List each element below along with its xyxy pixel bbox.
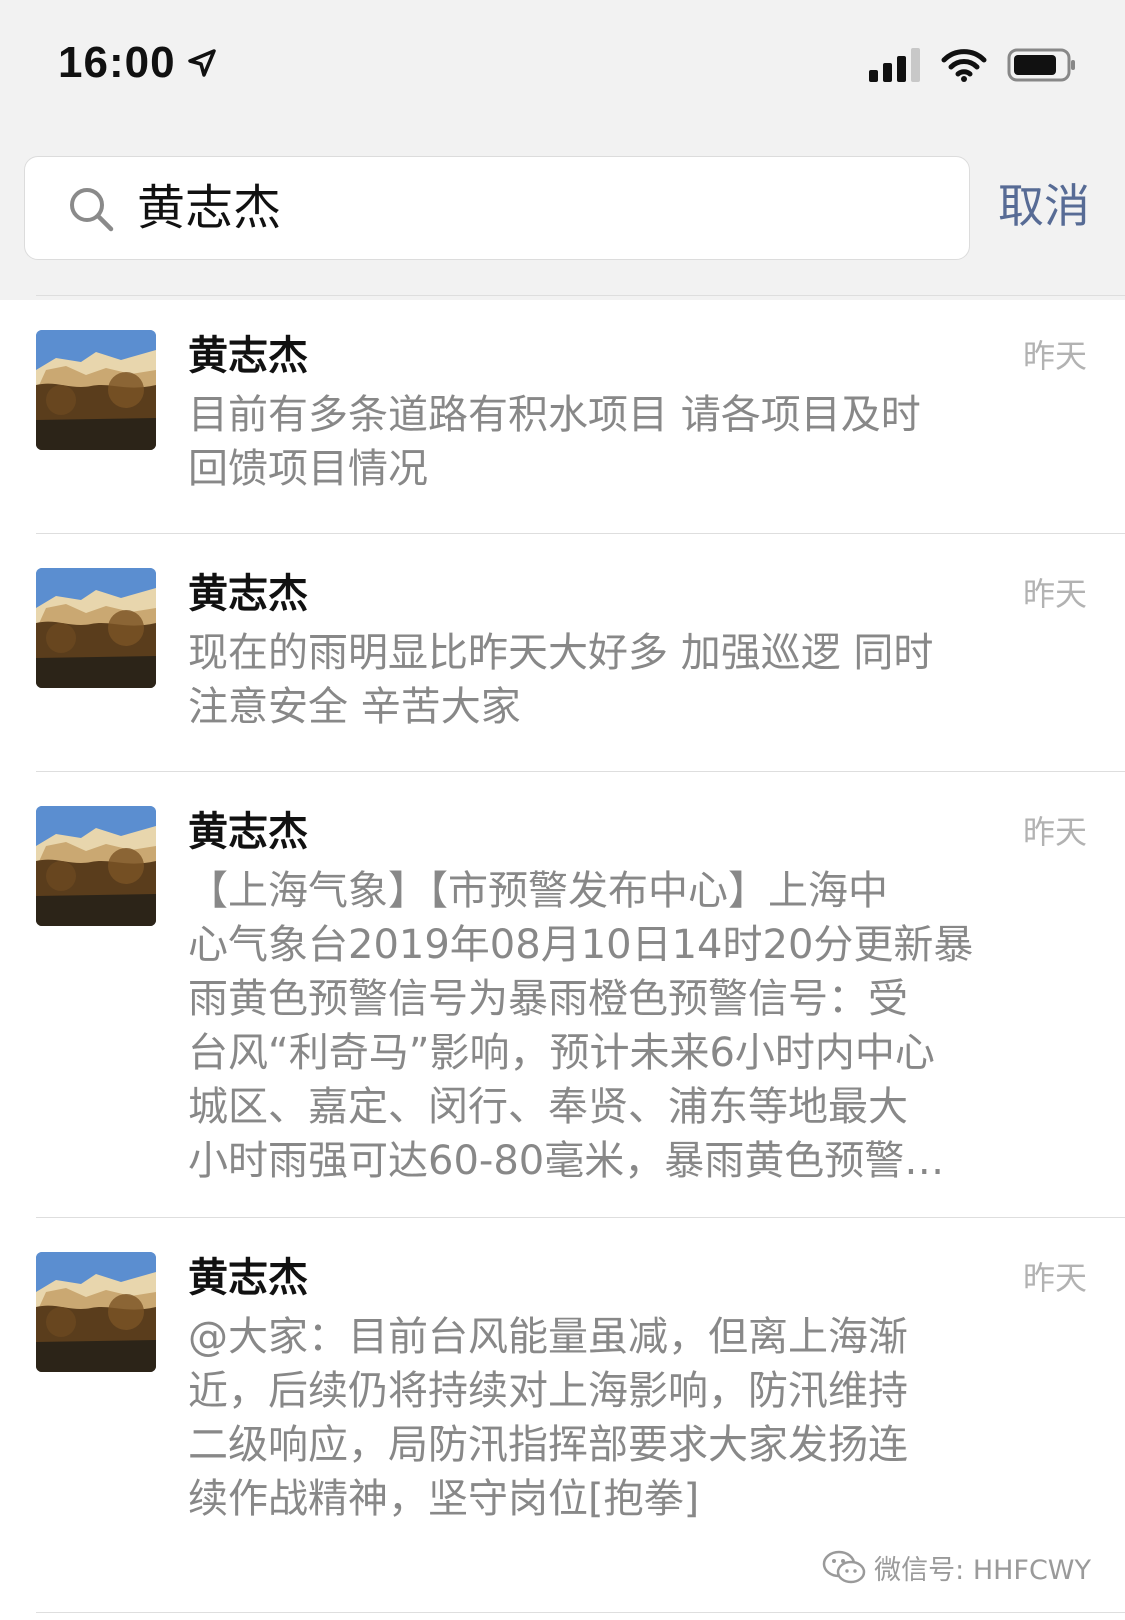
avatar (36, 568, 156, 688)
cancel-button[interactable]: 取消 (998, 178, 1090, 234)
avatar (36, 806, 156, 926)
message-time: 昨天 (1022, 1259, 1087, 1297)
location-arrow-icon (187, 49, 216, 77)
battery-icon (1007, 48, 1075, 82)
contact-name: 黄志杰 (188, 333, 308, 379)
search-result-item[interactable]: 黄志杰 昨天 @大家：目前台风能量虽减，但离上海渐 近，后续仍将持续对上海影响，… (0, 1218, 1125, 1558)
signal-icon (869, 48, 920, 82)
message-time: 昨天 (1022, 337, 1087, 375)
message-preview: 现在的雨明显比昨天大好多 加强巡逻 同时 注意安全 辛苦大家 (188, 630, 934, 730)
avatar (36, 330, 156, 450)
message-time: 昨天 (1022, 813, 1087, 851)
message-time: 昨天 (1022, 575, 1087, 613)
watermark-text: 微信号: HHFCWY (874, 1555, 1091, 1586)
contact-name: 黄志杰 (188, 1255, 308, 1301)
avatar (36, 1252, 156, 1372)
search-query-text: 黄志杰 (137, 180, 282, 236)
search-input[interactable]: 黄志杰 (24, 156, 970, 260)
status-icons (869, 48, 1077, 82)
search-icon (70, 188, 114, 232)
divider (36, 1612, 1125, 1613)
search-result-item[interactable]: 黄志杰 昨天 【上海气象】【市预警发布中心】上海中 心气象台2019年08月10… (0, 772, 1125, 1216)
search-result-item[interactable]: 黄志杰 昨天 目前有多条道路有积水项目 请各项目及时 回馈项目情况 (0, 296, 1125, 532)
contact-name: 黄志杰 (188, 809, 308, 855)
message-preview: @大家：目前台风能量虽减，但离上海渐 近，后续仍将持续对上海影响，防汛维持 二级… (188, 1314, 908, 1522)
status-time: 16:00 (58, 38, 218, 88)
status-time-text: 16:00 (58, 38, 176, 87)
search-result-item[interactable]: 黄志杰 昨天 现在的雨明显比昨天大好多 加强巡逻 同时 注意安全 辛苦大家 (0, 534, 1125, 770)
contact-name: 黄志杰 (188, 571, 308, 617)
wifi-icon (941, 49, 987, 82)
header-area: 16:00 黄志杰 取消 (0, 0, 1125, 300)
message-preview: 【上海气象】【市预警发布中心】上海中 心气象台2019年08月10日14时20分… (188, 868, 974, 1184)
wechat-logo-icon (822, 1550, 866, 1583)
watermark: 微信号: HHFCWY (822, 1548, 1091, 1587)
message-preview: 目前有多条道路有积水项目 请各项目及时 回馈项目情况 (188, 392, 921, 492)
